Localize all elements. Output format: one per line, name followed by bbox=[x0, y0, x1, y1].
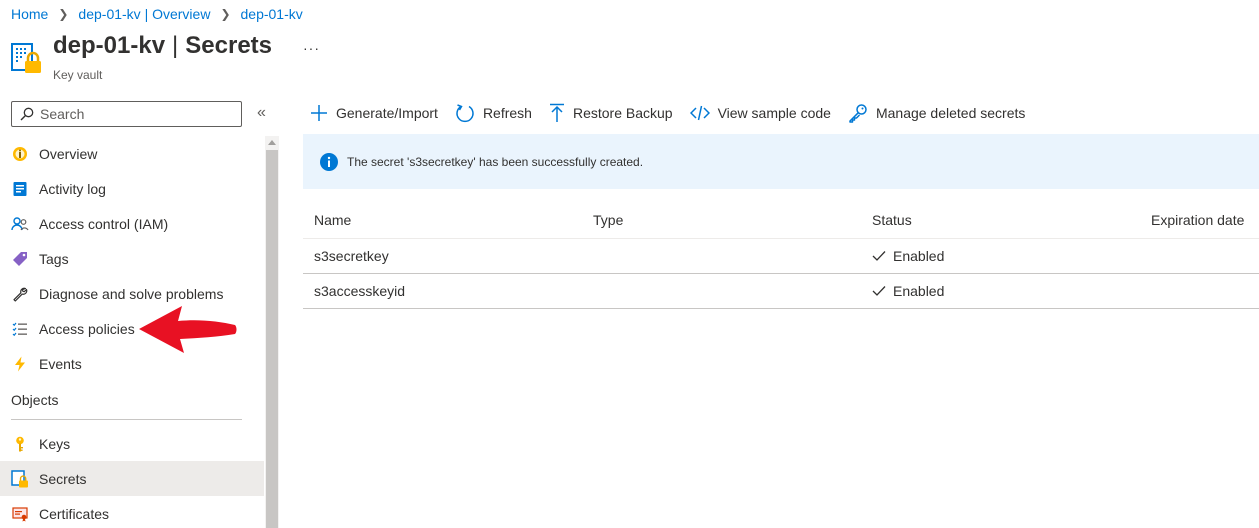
command-bar: Generate/Import Refresh Restore Backup V… bbox=[310, 101, 1042, 125]
collapse-sidebar-button[interactable]: « bbox=[257, 104, 266, 122]
success-notification: The secret 's3secretkey' has been succes… bbox=[303, 134, 1259, 189]
secret-name[interactable]: s3accesskeyid bbox=[303, 283, 582, 299]
info-icon bbox=[320, 152, 338, 171]
sidebar-item-label: Certificates bbox=[39, 505, 110, 522]
secret-status: Enabled bbox=[861, 248, 1140, 264]
checkmark-icon bbox=[872, 250, 886, 262]
annotation-arrow-icon bbox=[138, 305, 238, 360]
generate-import-label: Generate/Import bbox=[336, 105, 438, 121]
code-icon bbox=[689, 105, 710, 121]
sidebar-item-label: Keys bbox=[39, 435, 71, 452]
sidebar-item-label: Access control (IAM) bbox=[39, 215, 169, 232]
breadcrumb-keyvault[interactable]: dep-01-kv bbox=[241, 6, 303, 22]
secret-name[interactable]: s3secretkey bbox=[303, 248, 582, 264]
resource-name: dep-01-kv bbox=[53, 32, 166, 59]
manage-deleted-secrets-label: Manage deleted secrets bbox=[875, 105, 1026, 121]
manage-deleted-secrets-button[interactable]: Manage deleted secrets bbox=[848, 103, 1025, 123]
wrench-icon bbox=[11, 285, 29, 303]
status-label: Enabled bbox=[893, 283, 945, 299]
sidebar-item-label: Diagnose and solve problems bbox=[39, 285, 224, 302]
sidebar-item-certificates[interactable]: Certificates bbox=[0, 496, 264, 528]
policy-list-icon bbox=[11, 320, 29, 338]
view-sample-code-button[interactable]: View sample code bbox=[689, 105, 831, 121]
generate-import-button[interactable]: Generate/Import bbox=[310, 104, 438, 122]
sidebar-section-objects: Objects bbox=[11, 392, 59, 408]
secret-icon bbox=[11, 469, 29, 488]
view-sample-code-label: View sample code bbox=[717, 105, 831, 121]
search-icon bbox=[20, 107, 34, 121]
key-vault-icon bbox=[11, 42, 43, 74]
page-name: Secrets bbox=[185, 32, 273, 59]
more-actions-button[interactable]: ··· bbox=[303, 40, 320, 56]
checkmark-icon bbox=[872, 285, 886, 297]
column-header-type[interactable]: Type bbox=[582, 212, 861, 228]
tag-icon bbox=[11, 250, 29, 268]
restore-backup-label: Restore Backup bbox=[572, 105, 673, 121]
sidebar-item-keys[interactable]: Keys bbox=[0, 426, 264, 461]
breadcrumb-separator: ❯ bbox=[220, 7, 231, 21]
sidebar-item-label: Activity log bbox=[39, 180, 106, 197]
sidebar-item-label: Secrets bbox=[39, 470, 87, 487]
restore-backup-button[interactable]: Restore Backup bbox=[549, 103, 673, 123]
key-outline-icon bbox=[848, 103, 868, 123]
refresh-button[interactable]: Refresh bbox=[455, 103, 532, 123]
table-row[interactable]: s3secretkey Enabled bbox=[303, 239, 1259, 274]
title-separator: | bbox=[172, 32, 179, 59]
scroll-up-arrow-icon[interactable] bbox=[268, 140, 276, 145]
column-header-status[interactable]: Status bbox=[861, 212, 1140, 228]
sidebar-item-overview[interactable]: Overview bbox=[0, 136, 264, 171]
table-header: Name Type Status Expiration date bbox=[303, 201, 1259, 239]
breadcrumb-overview[interactable]: dep-01-kv | Overview bbox=[78, 6, 210, 22]
sidebar-item-activity-log[interactable]: Activity log bbox=[0, 171, 264, 206]
status-label: Enabled bbox=[893, 248, 945, 264]
lightning-icon bbox=[11, 355, 29, 373]
sidebar-item-label: Tags bbox=[39, 250, 69, 267]
scrollbar-thumb[interactable] bbox=[266, 150, 278, 528]
iam-icon bbox=[11, 215, 29, 233]
sidebar-item-label: Overview bbox=[39, 145, 98, 162]
key-icon bbox=[11, 435, 29, 453]
breadcrumb-separator: ❯ bbox=[58, 7, 69, 21]
sidebar-search[interactable] bbox=[11, 101, 242, 127]
sidebar-item-label: Events bbox=[39, 355, 82, 372]
secret-status: Enabled bbox=[861, 283, 1140, 299]
section-divider bbox=[11, 419, 242, 420]
page-title: dep-01-kv | Secrets bbox=[53, 32, 272, 60]
upload-icon bbox=[549, 103, 565, 123]
refresh-icon bbox=[455, 103, 475, 123]
sidebar-item-label: Access policies bbox=[39, 320, 135, 337]
notification-message: The secret 's3secretkey' has been succes… bbox=[347, 154, 644, 169]
certificate-icon bbox=[11, 505, 29, 523]
activity-log-icon bbox=[11, 180, 29, 198]
sidebar-item-secrets[interactable]: Secrets bbox=[0, 461, 264, 496]
search-input[interactable] bbox=[40, 106, 230, 122]
plus-icon bbox=[310, 104, 328, 122]
sidebar-item-iam[interactable]: Access control (IAM) bbox=[0, 206, 264, 241]
table-row[interactable]: s3accesskeyid Enabled bbox=[303, 274, 1259, 309]
breadcrumb: Home ❯ dep-01-kv | Overview ❯ dep-01-kv bbox=[11, 4, 303, 24]
sidebar-item-tags[interactable]: Tags bbox=[0, 241, 264, 276]
column-header-expiration[interactable]: Expiration date bbox=[1140, 212, 1259, 228]
secrets-table: Name Type Status Expiration date s3secre… bbox=[303, 201, 1259, 309]
overview-icon bbox=[11, 145, 29, 163]
page-subtitle: Key vault bbox=[53, 68, 103, 82]
column-header-name[interactable]: Name bbox=[303, 212, 582, 228]
breadcrumb-home[interactable]: Home bbox=[11, 6, 48, 22]
refresh-label: Refresh bbox=[482, 105, 532, 121]
